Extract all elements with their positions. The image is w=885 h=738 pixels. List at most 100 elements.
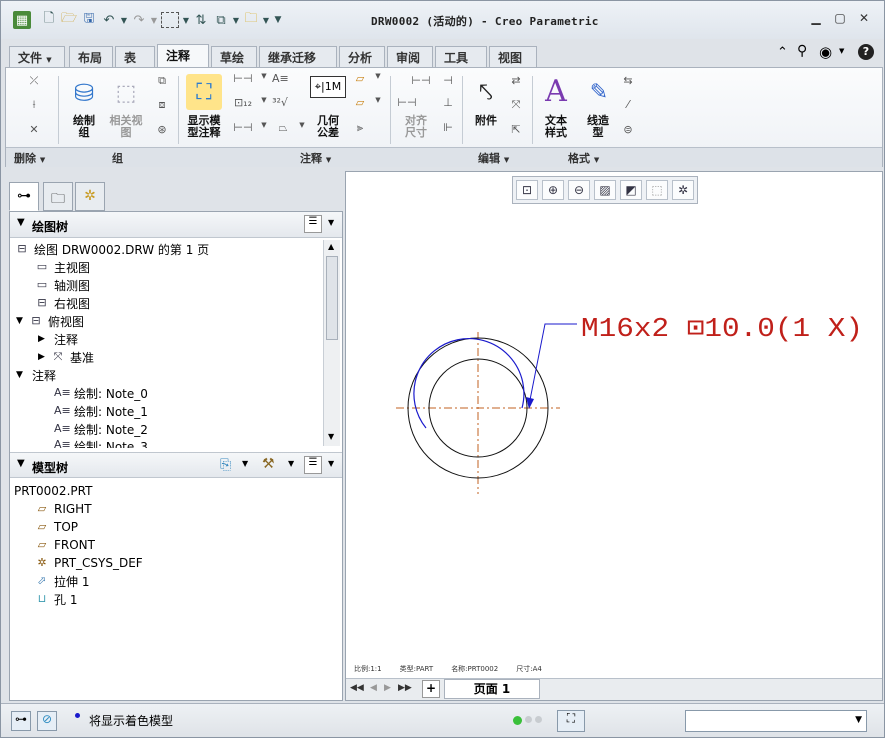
- selection-filter-icon[interactable]: ⛶: [557, 710, 585, 732]
- app-logo-icon[interactable]: ▦: [13, 11, 31, 29]
- geo-tolerance-icon[interactable]: ⌖|1M: [310, 76, 346, 98]
- align-dimensions-button[interactable]: 对齐 尺寸: [396, 115, 436, 139]
- delete-all-icon[interactable]: ✕: [26, 123, 42, 139]
- regenerate-icon[interactable]: ⇅: [191, 10, 211, 30]
- model-tree-settings-icon[interactable]: ☰: [304, 456, 322, 474]
- tree-item-datum[interactable]: ▶ ⤧ 基准: [38, 348, 94, 366]
- tools-icon[interactable]: ⚒: [262, 456, 275, 472]
- last-page-icon[interactable]: ▶▶: [398, 683, 412, 693]
- minimize-ribbon-icon[interactable]: ⌃: [777, 45, 788, 60]
- tree-item-annotations[interactable]: ▶ 注释: [38, 330, 78, 348]
- align-icon-5[interactable]: ⊩: [440, 121, 456, 137]
- tree-item-note-2[interactable]: A≡ 绘制: Note_2: [54, 420, 148, 438]
- first-page-icon[interactable]: ◀◀: [350, 683, 364, 693]
- scroll-thumb[interactable]: [326, 256, 338, 340]
- datum-target-icon[interactable]: ▱: [352, 96, 368, 112]
- group-tool-2-icon[interactable]: ⧈: [154, 98, 170, 114]
- show-icon[interactable]: ⎘: [220, 457, 231, 473]
- save-icon[interactable]: 🖫: [79, 10, 99, 30]
- related-view-icon[interactable]: ⬚: [108, 76, 144, 110]
- prev-page-icon[interactable]: ◀: [370, 683, 377, 693]
- hole-view[interactable]: [396, 332, 560, 494]
- drawing-canvas[interactable]: ⊡ ⊕ ⊖ ▨ ◩ ⬚ ✲ M16x2 ⊡10.0(1 X) 比例:1:1 类型…: [345, 171, 883, 701]
- show-model-annotations-icon[interactable]: ⛶: [186, 74, 222, 110]
- reference-dropdown-icon[interactable]: ▼: [256, 121, 272, 137]
- symbol-icon[interactable]: ⏢: [272, 121, 294, 137]
- undo-icon[interactable]: ↶: [99, 10, 119, 30]
- collapse-icon[interactable]: ▼: [17, 217, 25, 228]
- show-model-annotations-button[interactable]: 显示模 型注释: [180, 115, 228, 139]
- geo-tolerance-button[interactable]: 几何 公差: [306, 115, 350, 139]
- model-item-extrude[interactable]: ⬀ 拉伸 1: [34, 572, 89, 590]
- tab-sketch[interactable]: 草绘: [211, 46, 257, 67]
- model-tree-tab-icon[interactable]: ⊶: [9, 182, 39, 211]
- close-dropdown-icon[interactable]: ▼: [261, 10, 271, 30]
- search-icon[interactable]: ⚲: [797, 43, 807, 59]
- tree-item-iso-view[interactable]: ▭ 轴测图: [34, 276, 90, 294]
- tab-view[interactable]: 视图: [489, 46, 537, 67]
- page-tab[interactable]: 页面 1: [444, 679, 540, 699]
- maximize-icon[interactable]: ▢: [831, 11, 849, 27]
- folder-browser-tab-icon[interactable]: 🗀: [43, 182, 73, 211]
- format-tool-3-icon[interactable]: ⊜: [620, 123, 636, 139]
- datum-target-dropdown-icon[interactable]: ▼: [370, 96, 386, 112]
- add-page-button[interactable]: +: [422, 680, 440, 698]
- align-icon-4[interactable]: ⊥: [440, 96, 456, 112]
- align-icon-3[interactable]: ⊢⊣: [396, 96, 418, 112]
- model-item-top[interactable]: ▱ TOP: [34, 518, 78, 536]
- show-dropdown-icon[interactable]: ▼: [242, 459, 248, 468]
- tree-item-main-view[interactable]: ▭ 主视图: [34, 258, 90, 276]
- format-tool-1-icon[interactable]: ⇆: [620, 74, 636, 90]
- expand-icon[interactable]: ▼: [16, 370, 32, 380]
- edit-tool-3-icon[interactable]: ⇱: [508, 123, 524, 139]
- align-icon-2[interactable]: ⊣: [440, 74, 456, 90]
- model-item-csys[interactable]: ✲ PRT_CSYS_DEF: [34, 554, 142, 572]
- collapse-icon[interactable]: ▼: [17, 458, 25, 469]
- surface-finish-icon[interactable]: ³²√: [272, 96, 288, 112]
- model-item-front[interactable]: ▱ FRONT: [34, 536, 95, 554]
- note-icon[interactable]: A≡: [272, 72, 289, 88]
- customize-qa-icon[interactable]: ▼: [271, 10, 285, 30]
- filter-dropdown-icon[interactable]: ▼: [855, 715, 862, 725]
- tree-settings-icon[interactable]: ☰: [304, 215, 322, 233]
- thread-annotation-text[interactable]: M16x2 ⊡10.0(1 X): [581, 315, 863, 345]
- tools-dropdown-icon[interactable]: ▼: [288, 459, 294, 468]
- expand-icon[interactable]: ▶: [38, 352, 50, 362]
- model-tree-header[interactable]: ▼ 模型树 ⎘ ▼ ⚒ ▼ ☰ ▼: [10, 452, 342, 478]
- ordinate-dimension-icon[interactable]: ⊡₁₂: [232, 96, 254, 112]
- line-style-icon[interactable]: ✎: [582, 74, 616, 110]
- windows-dropdown-icon[interactable]: ▼: [231, 10, 241, 30]
- group-format-label[interactable]: 格式 ▼: [568, 150, 599, 166]
- redo-icon[interactable]: ↷: [129, 10, 149, 30]
- delete-item-icon[interactable]: ⤫: [26, 74, 42, 90]
- scroll-up-icon[interactable]: ▲: [328, 242, 334, 251]
- drawing-sheet[interactable]: M16x2 ⊡10.0(1 X): [346, 172, 882, 676]
- tree-settings-dropdown-icon[interactable]: ▼: [328, 218, 334, 227]
- edit-tool-2-icon[interactable]: ⤧: [508, 98, 524, 114]
- expand-icon[interactable]: ▼: [16, 316, 28, 326]
- tab-file[interactable]: 文件 ▼: [9, 46, 65, 67]
- model-item-right[interactable]: ▱ RIGHT: [34, 500, 92, 518]
- group-annotate-label[interactable]: 注释 ▼: [300, 150, 331, 166]
- tree-item-note-0[interactable]: A≡ 绘制: Note_0: [54, 384, 148, 402]
- tab-layout[interactable]: 布局: [69, 46, 113, 67]
- navigator-toggle-icon[interactable]: ⊶: [11, 711, 31, 731]
- tree-item-right-view[interactable]: ⊟ 右视图: [34, 294, 90, 312]
- drawing-tree-scrollbar[interactable]: ▲ ▼: [323, 240, 340, 446]
- draw-group-icon[interactable]: ⛁: [66, 76, 102, 110]
- browser-toggle-icon[interactable]: ⊘: [37, 711, 57, 731]
- model-tree-settings-dropdown-icon[interactable]: ▼: [328, 459, 334, 468]
- align-icon-1[interactable]: ⊢⊣: [410, 74, 432, 90]
- tree-item-note-3[interactable]: A≡ 绘制: Note_3: [54, 438, 148, 448]
- tree-item-note-1[interactable]: A≡ 绘制: Note_1: [54, 402, 148, 420]
- expand-icon[interactable]: ▶: [38, 334, 54, 344]
- line-style-button[interactable]: 线造 型: [578, 115, 618, 139]
- tree-item-notes[interactable]: ▼ 注释: [16, 366, 56, 384]
- select-box-icon[interactable]: [161, 12, 179, 28]
- redo-dropdown-icon[interactable]: ▼: [149, 10, 159, 30]
- help-icon[interactable]: ?: [858, 44, 874, 60]
- group-tool-3-icon[interactable]: ⊛: [154, 123, 170, 139]
- scroll-down-icon[interactable]: ▼: [328, 432, 334, 441]
- community-icon[interactable]: ◉: [819, 43, 832, 61]
- windows-icon[interactable]: ⧉: [211, 10, 231, 30]
